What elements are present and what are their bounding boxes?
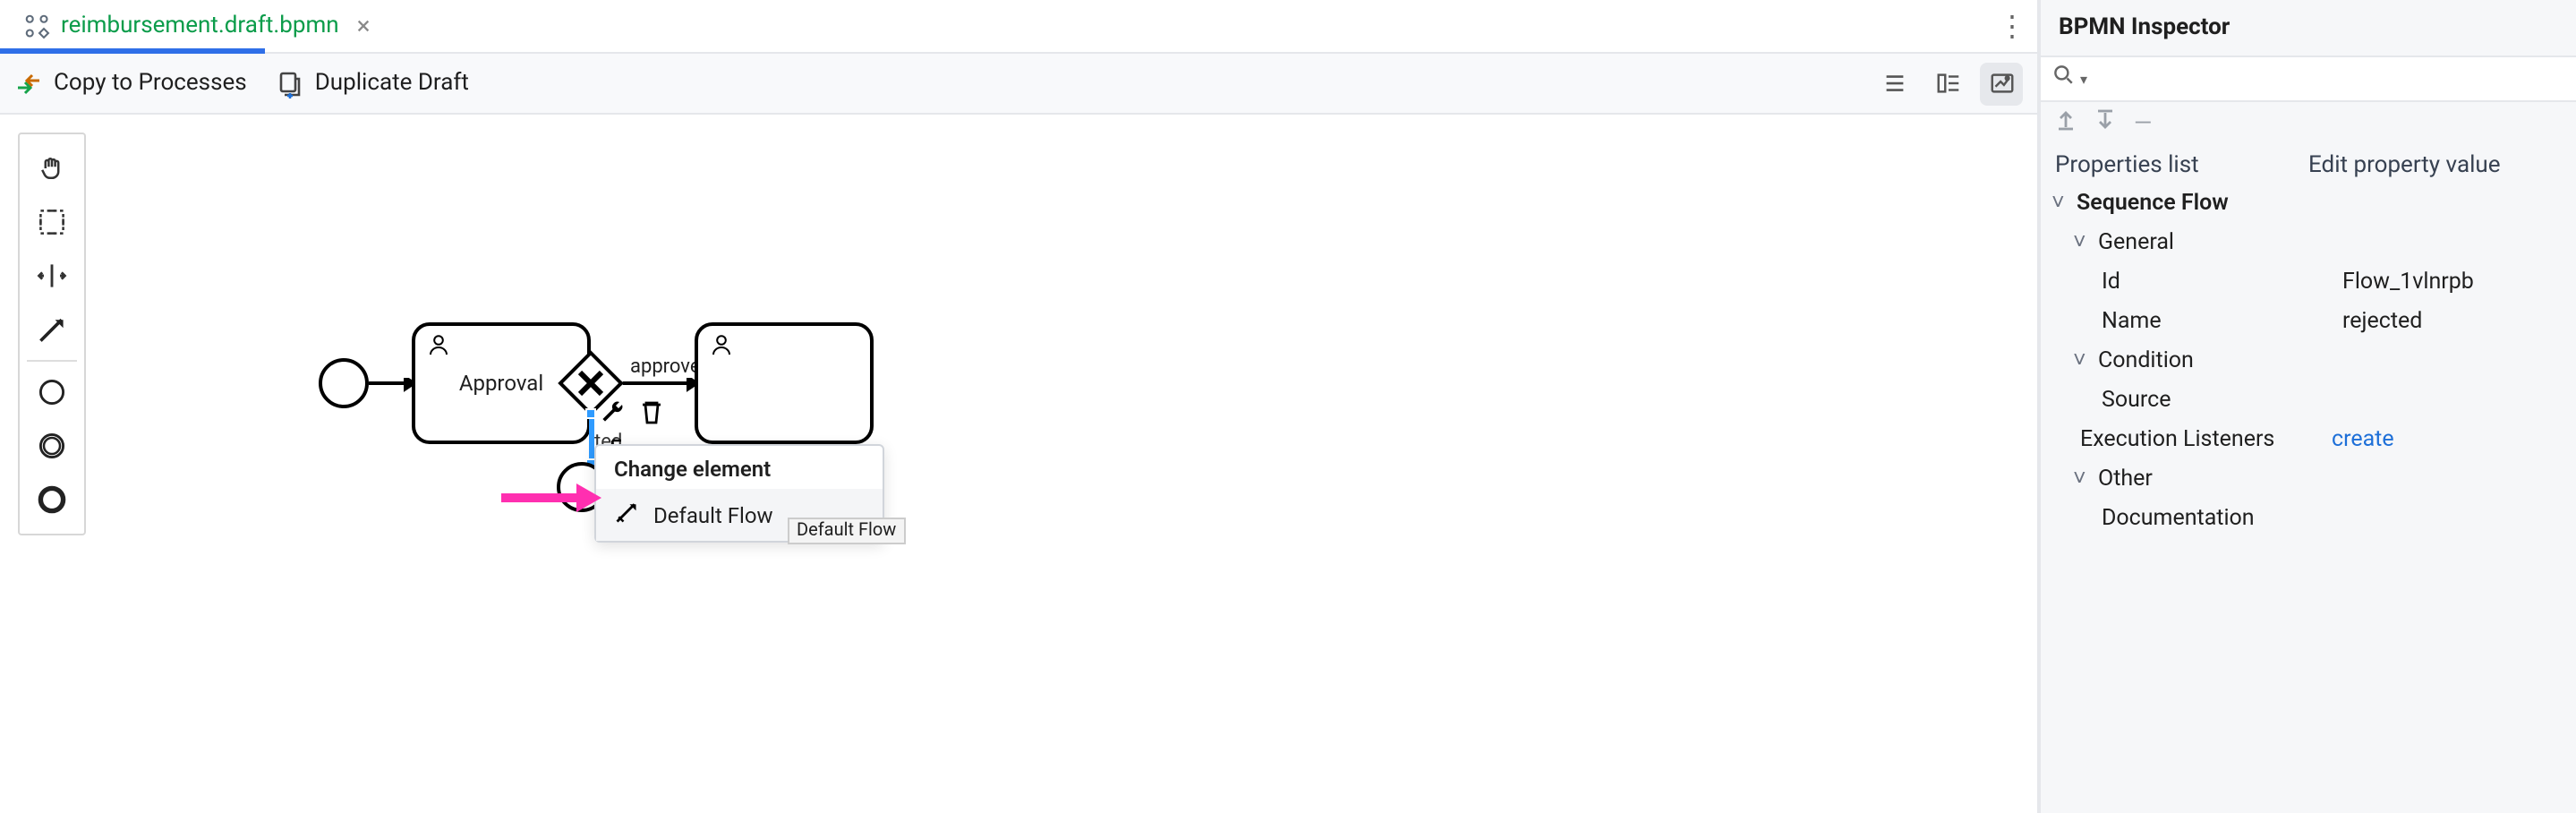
- palette-hand-tool[interactable]: [25, 141, 79, 195]
- inspector-search-bar[interactable]: ▾: [2041, 56, 2576, 102]
- palette-end-event[interactable]: [25, 473, 79, 526]
- minus-icon[interactable]: —: [2134, 110, 2152, 137]
- palette-divider: [26, 360, 78, 362]
- trash-icon[interactable]: [637, 398, 666, 426]
- user-task-icon: [709, 333, 734, 364]
- tree-root-row[interactable]: ˅Sequence Flow: [2041, 183, 2576, 222]
- action-toolbar: Copy to Processes Duplicate Draft: [0, 54, 2037, 115]
- column-properties: Properties list: [2055, 152, 2308, 179]
- group-label: Other: [2098, 465, 2153, 492]
- tree-prop-source[interactable]: Source: [2041, 380, 2576, 419]
- wrench-icon[interactable]: [598, 398, 627, 426]
- prop-value[interactable]: create: [2324, 425, 2576, 452]
- annotation-arrow: [501, 484, 601, 512]
- prop-label: Execution Listeners: [2080, 425, 2274, 452]
- sort-asc-icon[interactable]: [2055, 109, 2077, 138]
- duplicate-label: Duplicate Draft: [315, 70, 469, 97]
- popup-item-label: Default Flow: [653, 502, 773, 527]
- view-diagram-icon[interactable]: [1980, 62, 2023, 105]
- inspector-panel: BPMN Inspector ▾ — Properties list Edit …: [2039, 0, 2576, 813]
- prop-label: Documentation: [2102, 504, 2255, 531]
- inspector-title: BPMN Inspector: [2041, 0, 2576, 56]
- sequence-flow-arrow[interactable]: [369, 378, 415, 392]
- duplicate-icon: [276, 69, 304, 98]
- prop-label: Source: [2102, 386, 2171, 413]
- copy-arrow-icon: [14, 69, 43, 98]
- palette: [18, 133, 86, 535]
- sequence-flow-approved[interactable]: [623, 378, 698, 392]
- prop-label: Name: [2102, 307, 2162, 334]
- tab-bar: reimbursement.draft.bpmn × ⋮: [0, 0, 2037, 54]
- bpmn-file-icon: [25, 13, 50, 39]
- editor-tab[interactable]: reimbursement.draft.bpmn ×: [11, 0, 392, 52]
- chevron-down-icon[interactable]: ▾: [2080, 71, 2087, 87]
- inspector-column-headers: Properties list Edit property value: [2041, 145, 2576, 183]
- tree-prop-execution-listeners[interactable]: Execution Listeners create: [2041, 419, 2576, 458]
- tab-filename: reimbursement.draft.bpmn: [61, 13, 339, 39]
- column-value: Edit property value: [2308, 152, 2562, 179]
- root-label: Sequence Flow: [2077, 189, 2229, 216]
- palette-start-event[interactable]: [25, 365, 79, 419]
- tab-overflow-icon[interactable]: ⋮: [1987, 9, 2037, 43]
- group-label: General: [2098, 228, 2174, 255]
- prop-value[interactable]: Flow_1vlnrpb: [2335, 268, 2576, 295]
- prop-value[interactable]: rejected: [2335, 307, 2576, 334]
- tree-group-other[interactable]: ˅Other: [2041, 458, 2576, 498]
- property-tree: ˅Sequence Flow ˅General Id Flow_1vlnrpb …: [2041, 183, 2576, 537]
- tooltip: Default Flow: [788, 518, 905, 544]
- palette-intermediate-event[interactable]: [25, 419, 79, 473]
- popup-header: Change element: [596, 446, 883, 489]
- task-second[interactable]: [695, 322, 874, 444]
- task-approval-label: Approval: [459, 371, 543, 396]
- search-icon: [2051, 63, 2077, 95]
- group-label: Condition: [2098, 347, 2194, 373]
- view-list-icon[interactable]: [1872, 62, 1915, 105]
- tree-prop-name[interactable]: Name rejected: [2041, 301, 2576, 340]
- tree-group-condition[interactable]: ˅Condition: [2041, 340, 2576, 380]
- selection-handle[interactable]: [585, 408, 596, 419]
- tree-prop-id[interactable]: Id Flow_1vlnrpb: [2041, 261, 2576, 301]
- palette-connect-tool[interactable]: [25, 303, 79, 356]
- palette-lasso-tool[interactable]: [25, 195, 79, 249]
- prop-label: Id: [2102, 268, 2120, 295]
- diagram-canvas[interactable]: Approval approved: [86, 115, 2037, 813]
- canvas-area: Approval approved: [0, 115, 2037, 813]
- copy-to-processes-button[interactable]: Copy to Processes: [14, 69, 247, 98]
- copy-label: Copy to Processes: [54, 70, 247, 97]
- default-flow-icon: [614, 500, 639, 530]
- tree-prop-documentation[interactable]: Documentation: [2041, 498, 2576, 537]
- close-tab-icon[interactable]: ×: [350, 12, 378, 40]
- tree-group-general[interactable]: ˅General: [2041, 222, 2576, 261]
- sort-desc-icon[interactable]: [2094, 109, 2116, 138]
- tab-active-indicator: [0, 48, 265, 54]
- editor-pane: reimbursement.draft.bpmn × ⋮ Copy to Pro…: [0, 0, 2039, 813]
- user-task-icon: [426, 333, 451, 364]
- palette-space-tool[interactable]: [25, 249, 79, 303]
- view-split-icon[interactable]: [1926, 62, 1969, 105]
- duplicate-draft-button[interactable]: Duplicate Draft: [276, 69, 469, 98]
- inspector-sort-bar: —: [2041, 102, 2576, 145]
- start-event-node[interactable]: [319, 358, 369, 408]
